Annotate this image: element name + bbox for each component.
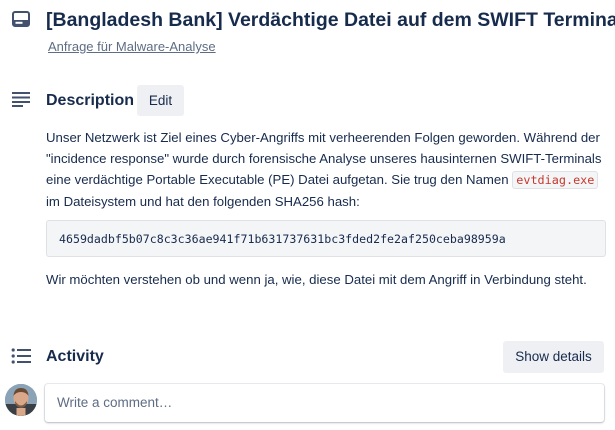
description-text-followup[interactable]: Wir möchten verstehen ob und wenn ja, wi… <box>46 269 606 290</box>
list-link[interactable]: Anfrage für Malware-Analyse <box>48 38 216 56</box>
card-detail: [Bangladesh Bank] Verdächtige Datei auf … <box>0 0 615 430</box>
show-details-button[interactable]: Show details <box>503 341 604 373</box>
activity-heading: Activity <box>46 348 104 365</box>
hash-code-block: 4659dadbf5b07c8c3c36ae941f71b631737631bc… <box>46 220 606 257</box>
description-paragraph: Unser Netzwerk ist Ziel eines Cyber-Angr… <box>46 127 611 212</box>
avatar-image <box>5 384 37 416</box>
avatar[interactable] <box>5 384 37 416</box>
description-lines-icon <box>12 92 30 107</box>
card-title[interactable]: [Bangladesh Bank] Verdächtige Datei auf … <box>46 7 615 33</box>
description-text[interactable]: Unser Netzwerk ist Ziel eines Cyber-Angr… <box>46 127 611 212</box>
activity-list-icon <box>11 348 31 364</box>
description-paragraph-2: Wir möchten verstehen ob und wenn ja, wi… <box>46 272 587 287</box>
file-name-code: evtdiag.exe <box>512 171 599 189</box>
description-text-part2: im Dateisystem und hat den folgenden SHA… <box>46 194 360 209</box>
edit-description-button[interactable]: Edit <box>137 85 184 116</box>
comment-input[interactable]: Write a comment… <box>45 384 604 422</box>
description-heading: Description <box>46 92 135 109</box>
card-icon <box>12 11 30 27</box>
